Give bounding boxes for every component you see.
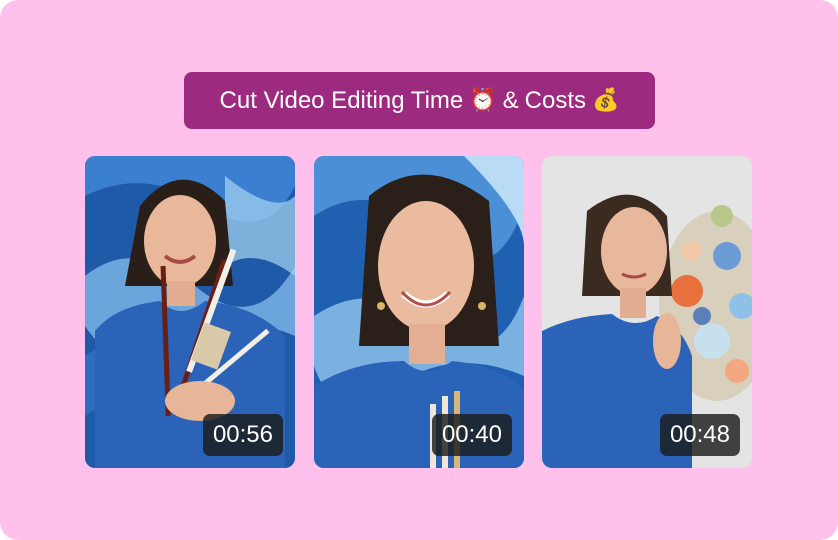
duration-badge: 00:40 bbox=[431, 414, 512, 456]
video-thumbnail-3[interactable]: 00:48 bbox=[542, 156, 752, 468]
duration-badge: 00:48 bbox=[659, 414, 740, 456]
alarm-clock-icon: ⏰ bbox=[469, 88, 497, 113]
money-bag-icon: 💰 bbox=[592, 88, 620, 113]
headline-text-2: Costs bbox=[524, 86, 587, 114]
headline-banner: Cut Video Editing Time ⏰ & Costs 💰 bbox=[184, 72, 655, 129]
promo-card: Cut Video Editing Time ⏰ & Costs 💰 00:56… bbox=[0, 0, 838, 540]
video-thumbnail-1[interactable]: 00:56 bbox=[85, 156, 295, 468]
headline-text: Cut Video Editing Time bbox=[219, 86, 464, 114]
duration-badge: 00:56 bbox=[202, 414, 283, 456]
headline-connector: & bbox=[502, 86, 519, 114]
video-thumbnail-2[interactable]: 00:40 bbox=[314, 156, 524, 468]
